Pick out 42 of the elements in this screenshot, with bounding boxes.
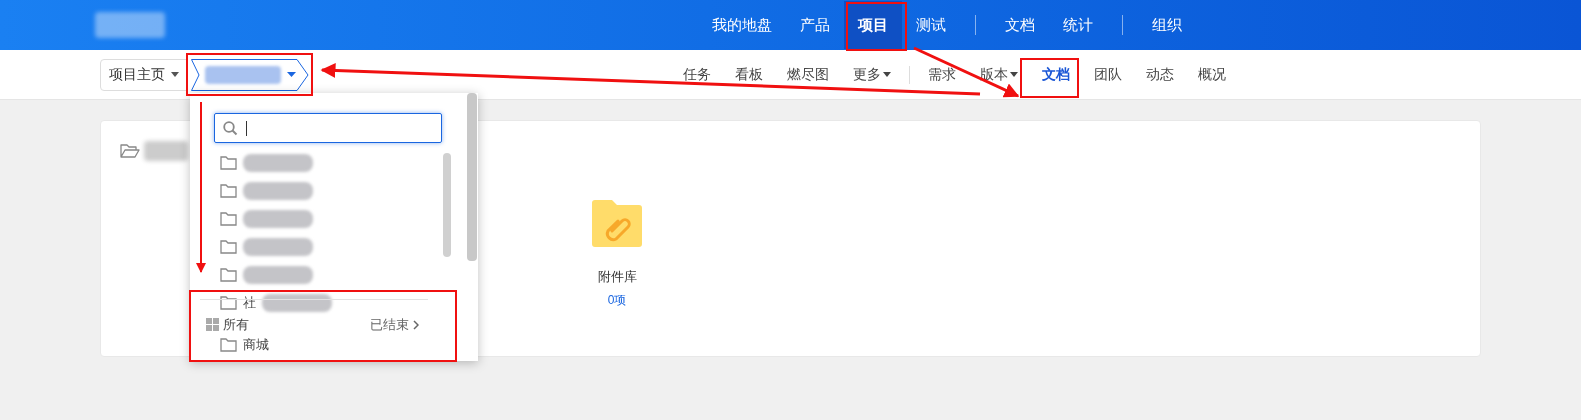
- search-field[interactable]: [214, 113, 442, 143]
- search-icon: [223, 120, 238, 136]
- text-cursor: [246, 120, 247, 136]
- nav-tab[interactable]: 项目: [844, 1, 902, 49]
- caret-icon: [171, 72, 179, 77]
- library-name[interactable]: 附件库: [597, 267, 637, 287]
- logo: [95, 12, 165, 38]
- project-item[interactable]: 商城: [220, 335, 332, 355]
- folder-icon: [220, 240, 237, 254]
- annotation-box: [846, 2, 907, 51]
- closed-projects-link[interactable]: 已结束: [370, 315, 419, 335]
- folder-icon: [220, 212, 237, 226]
- subnav-tab[interactable]: 任务: [671, 58, 723, 91]
- nav-tab[interactable]: 测试: [902, 1, 960, 49]
- subnav-tab[interactable]: 需求: [916, 58, 968, 91]
- grid-icon: [206, 318, 219, 332]
- folder-icon: [590, 199, 644, 249]
- blurred-folder-name: [144, 141, 188, 161]
- nav-tab[interactable]: 我的地盘: [698, 1, 786, 49]
- open-folder-icon: [120, 143, 140, 159]
- item-count: 0项: [607, 291, 627, 309]
- nav-tab[interactable]: 组织: [1138, 1, 1196, 49]
- all-projects-link[interactable]: 所有: [206, 315, 249, 335]
- folder-icon: [220, 184, 237, 198]
- nav-tab[interactable]: 文档: [991, 1, 1049, 49]
- subnav-tab[interactable]: 动态: [1134, 58, 1186, 91]
- subnav-tab[interactable]: 更多: [841, 58, 903, 91]
- chevron-right-icon: [413, 319, 419, 330]
- breadcrumb-home[interactable]: 项目主页: [100, 58, 188, 91]
- subnav-tab[interactable]: 文档: [1030, 58, 1082, 91]
- subnav-tab[interactable]: 看板: [723, 58, 775, 91]
- folder-icon: [220, 156, 237, 170]
- folder-icon: [220, 338, 237, 352]
- subnav-tab[interactable]: 概况: [1186, 58, 1238, 91]
- nav-tab[interactable]: 产品: [786, 1, 844, 49]
- subnav-tab[interactable]: 团队: [1082, 58, 1134, 91]
- annotation-box: [1020, 58, 1079, 98]
- subnav-tab[interactable]: 燃尽图: [775, 58, 841, 91]
- nav-tab[interactable]: 统计: [1049, 1, 1107, 49]
- folder-icon: [220, 268, 237, 282]
- caret-icon: [287, 72, 296, 77]
- folder-icon: [220, 296, 237, 310]
